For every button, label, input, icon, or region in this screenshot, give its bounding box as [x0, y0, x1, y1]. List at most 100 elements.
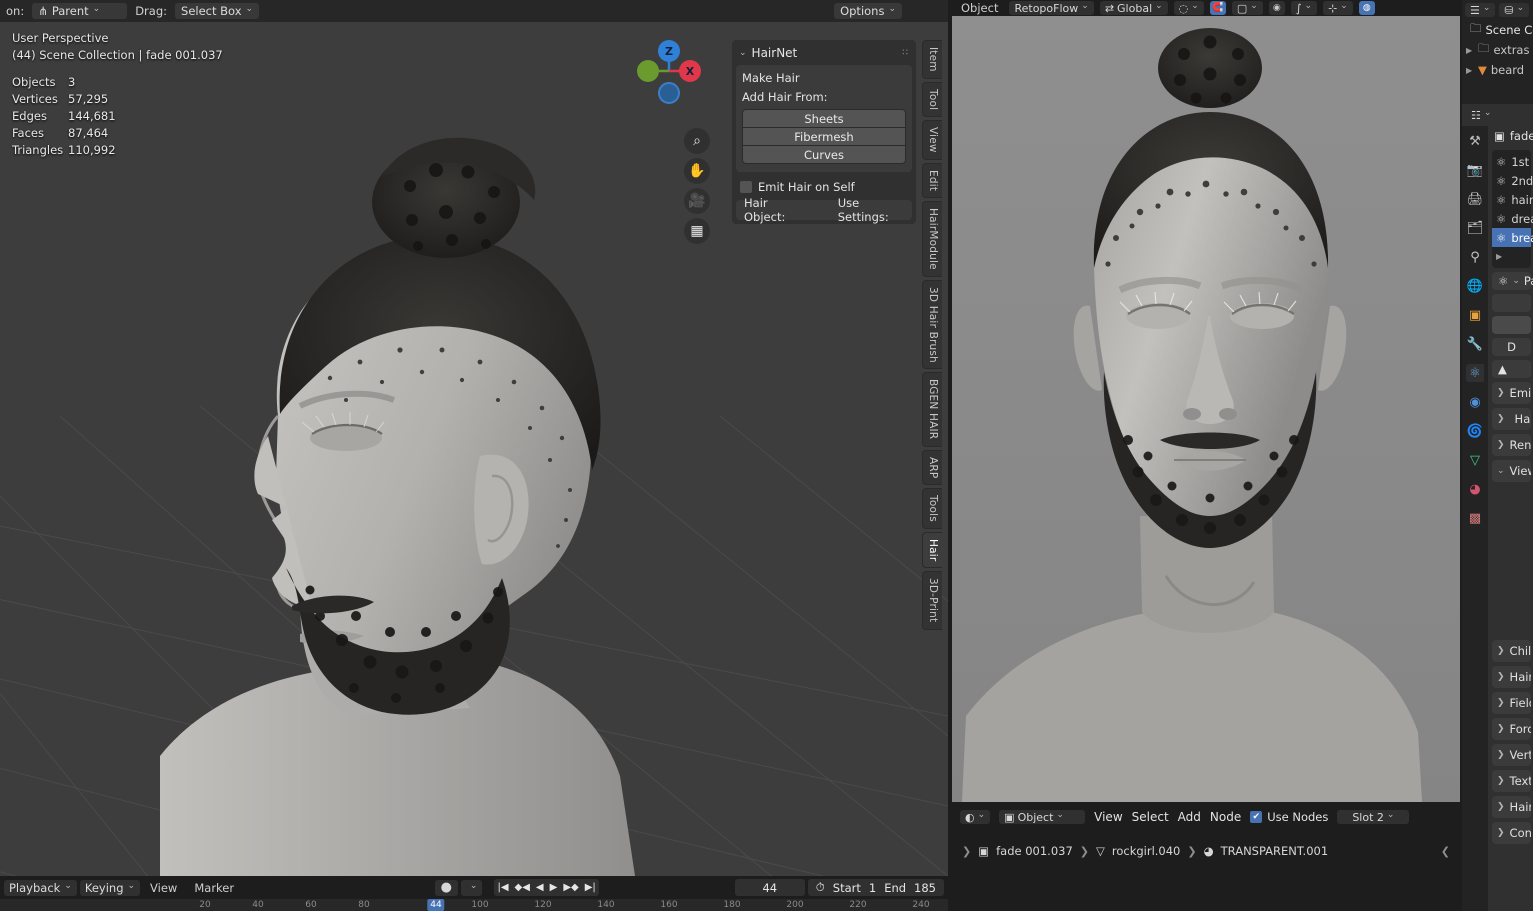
orthographic-grid-icon[interactable]: ▦ [684, 218, 710, 244]
tool-properties-tab[interactable]: ⚒ [1466, 132, 1484, 150]
outliner-item-scene-collection[interactable]: 🗀 Scene Col [1462, 20, 1533, 40]
pan-hand-icon[interactable]: ✋ [684, 158, 710, 184]
timeline-ruler[interactable]: 20 40 60 80 100 120 140 160 180 200 220 … [0, 899, 948, 911]
editor-type-icon[interactable]: ☷ [1466, 108, 1497, 122]
view-layer-properties-tab[interactable]: 🗂 [1466, 219, 1484, 237]
frame-range-fields[interactable]: ⏱ Start 1 End 185 [807, 879, 944, 896]
world-properties-tab[interactable]: 🌐 [1466, 277, 1484, 295]
gizmo-selector-right[interactable]: ⊹ [1323, 1, 1353, 15]
disclosure-triangle-icon[interactable]: ▶ [1496, 252, 1504, 261]
navigation-gizmo[interactable]: Z X [637, 40, 701, 104]
physics-properties-tab[interactable]: ◉ [1466, 393, 1484, 411]
scene-properties-tab[interactable]: ⚲ [1466, 248, 1484, 266]
gizmo-axis-y[interactable] [637, 60, 659, 82]
panel-emission[interactable]: ❯ Emissi [1492, 382, 1531, 404]
overlays-icon-right[interactable]: ◍ [1358, 1, 1375, 15]
disclosure-triangle-icon[interactable]: ▶ [1466, 66, 1474, 75]
jump-to-end-icon[interactable]: ▶| [585, 882, 596, 893]
shader-menu-add[interactable]: Add [1178, 810, 1201, 824]
object-properties-tab[interactable]: ▣ [1466, 306, 1484, 324]
transform-orientation-selector-right[interactable]: ⇄ Global [1099, 1, 1168, 15]
menu-retopoflow-right[interactable]: RetopoFlow [1009, 1, 1094, 15]
sidebar-toggle-icon[interactable]: ❮ [1441, 845, 1450, 858]
active-object-row[interactable]: ▣ fade 0 [1488, 126, 1533, 146]
sidebar-tab-edit[interactable]: Edit [922, 162, 942, 198]
keying-menu[interactable]: Keying [79, 879, 141, 896]
particle-system-item[interactable]: ⚛ dread [1492, 209, 1533, 228]
use-nodes-checkbox[interactable]: ✔ Use Nodes [1250, 810, 1328, 824]
sidebar-tab-hairmodule[interactable]: HairModule [922, 200, 942, 277]
sidebar-tab-tool[interactable]: Tool [922, 81, 942, 117]
drag-mode-selector[interactable]: Select Box [175, 3, 260, 19]
snap-target-selector-right[interactable]: ▢ [1231, 1, 1263, 15]
modifier-properties-tab[interactable]: 🔧 [1466, 335, 1484, 353]
particle-system-item[interactable]: ⚛ hairli [1492, 190, 1533, 209]
data-properties-tab[interactable]: ▽ [1466, 451, 1484, 469]
sidebar-tab-hair[interactable]: Hair [922, 531, 942, 569]
play-icon[interactable]: ▶ [550, 882, 558, 893]
current-frame-field[interactable]: 44 [734, 879, 805, 896]
panel-hair-shape[interactable]: ❯ Hair Sh [1492, 666, 1531, 688]
settings-blank-row-2[interactable] [1492, 316, 1531, 334]
sidebar-tab-tools[interactable]: Tools [922, 488, 942, 529]
hair-object-settings-row[interactable]: Hair Object: Use Settings: [736, 196, 912, 224]
auto-keying-popover[interactable] [460, 879, 483, 896]
viewport-right[interactable] [952, 16, 1460, 802]
shader-type-selector[interactable]: ▣ Object [999, 810, 1086, 824]
render-properties-tab[interactable]: 📷 [1466, 161, 1484, 179]
panel-force-field[interactable]: ❯ Force F [1492, 718, 1531, 740]
breadcrumb-object-label[interactable]: fade 001.037 [996, 844, 1073, 858]
display-mode-icon[interactable]: ☰ [1465, 3, 1496, 17]
sheets-button[interactable]: Sheets [743, 110, 905, 127]
breadcrumb-mesh-label[interactable]: rockgirl.040 [1112, 844, 1181, 858]
hairnet-panel-header[interactable]: ⌄ HairNet ∷ [736, 44, 912, 62]
settings-collapse-row[interactable]: ▲ [1492, 360, 1531, 378]
gizmo-axis-x[interactable]: X [679, 60, 701, 82]
particle-system-item[interactable]: ⚛ 1st st [1492, 152, 1533, 171]
breadcrumb-material-label[interactable]: TRANSPARENT.001 [1221, 844, 1329, 858]
constraint-properties-tab[interactable]: 🌀 [1466, 422, 1484, 440]
sidebar-tab-item[interactable]: Item [922, 40, 942, 79]
fibermesh-button[interactable]: Fibermesh [743, 128, 905, 145]
material-properties-tab[interactable]: ◕ [1466, 480, 1484, 498]
outliner-item-beard[interactable]: ▶ ▼ beard [1462, 60, 1533, 80]
shader-menu-view[interactable]: View [1094, 810, 1122, 824]
panel-hairnet[interactable]: ❯ HairNe [1492, 796, 1531, 818]
sidebar-tab-3d-print[interactable]: 3D-Print [922, 571, 942, 630]
zoom-icon[interactable]: ⌕ [684, 128, 710, 154]
settings-blank-row-1[interactable] [1492, 294, 1531, 312]
particle-system-item-selected[interactable]: ⚛ bread [1492, 228, 1533, 247]
play-reverse-icon[interactable]: ◀ [536, 882, 544, 893]
menu-object-right[interactable]: Object [956, 1, 1003, 15]
sidebar-tab-bgen-hair[interactable]: BGEN HAIR [922, 372, 942, 447]
gizmo-axis-z[interactable]: Z [658, 40, 680, 62]
output-properties-tab[interactable]: 🖨 [1466, 190, 1484, 208]
particle-list-expand-row[interactable]: ▶ [1492, 247, 1531, 266]
settings-action-button[interactable]: D [1492, 338, 1531, 356]
snap-magnet-icon-right[interactable]: 🧲 [1209, 1, 1226, 15]
camera-view-icon[interactable]: 🎥 [684, 188, 710, 214]
falloff-selector-right[interactable]: ∫ [1290, 1, 1318, 15]
timeline-menu-marker[interactable]: Marker [187, 881, 241, 895]
panel-render[interactable]: ❯ Render [1492, 434, 1531, 456]
editor-type-selector[interactable]: ◐ [960, 810, 991, 824]
transform-parent-selector[interactable]: ⋔ Parent [32, 3, 128, 19]
jump-to-next-keyframe-icon[interactable]: ▶◆ [563, 882, 578, 893]
shader-menu-node[interactable]: Node [1210, 810, 1241, 824]
panel-children[interactable]: ❯ Childre [1492, 640, 1531, 662]
filter-icon[interactable]: ⛁ [1499, 3, 1530, 17]
sidebar-tab-3d-hair-brush[interactable]: 3D Hair Brush [922, 279, 942, 370]
material-slot-selector[interactable]: Slot 2 [1337, 810, 1410, 824]
particle-system-item[interactable]: ⚛ 2nd s [1492, 171, 1533, 190]
particle-properties-tab[interactable]: ⚛ [1466, 364, 1484, 382]
jump-to-start-icon[interactable]: |◀ [497, 882, 508, 893]
panel-convert[interactable]: ❯ Conver [1492, 822, 1531, 844]
jump-to-prev-keyframe-icon[interactable]: ◆◀ [515, 882, 530, 893]
auto-keying-toggle[interactable]: ● [434, 879, 458, 896]
options-popover[interactable]: Options [834, 3, 902, 19]
proportional-edit-icon-right[interactable]: ◉ [1268, 1, 1285, 15]
particle-settings-datablock[interactable]: ⚛ ⌄ Part [1492, 272, 1533, 290]
disclosure-triangle-icon[interactable]: ▶ [1466, 46, 1474, 55]
sidebar-tab-arp[interactable]: ARP [922, 449, 942, 486]
gizmo-axis-z-negative[interactable] [658, 82, 680, 104]
